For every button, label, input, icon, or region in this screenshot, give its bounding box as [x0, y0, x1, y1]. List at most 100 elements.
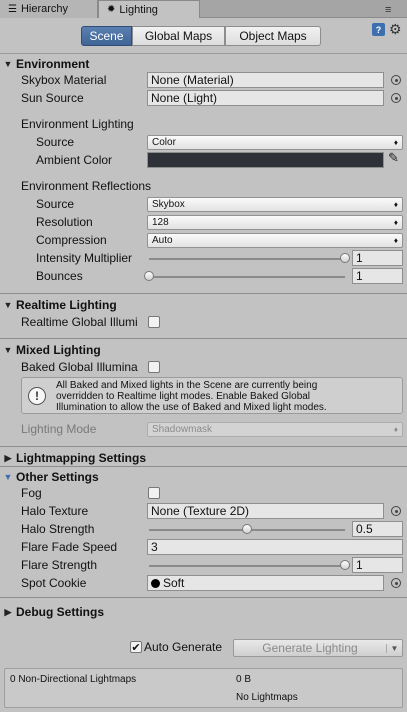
spot-cookie-value: Soft — [163, 576, 185, 590]
list-icon: ☰ — [8, 3, 17, 15]
mixed-lighting-header[interactable]: ▼ Mixed Lighting — [0, 341, 407, 359]
flare-strength-label: Flare Strength — [21, 558, 98, 572]
tab-lighting-label: Lighting — [119, 3, 158, 16]
realtime-lighting-header[interactable]: ▼ Realtime Lighting — [0, 296, 407, 314]
object-picker-icon[interactable] — [391, 578, 401, 588]
expanded-triangle-icon: ▼ — [3, 345, 13, 355]
halo-strength-input[interactable]: 0.5 — [352, 521, 403, 537]
realtime-lighting-title: Realtime Lighting — [16, 298, 117, 312]
sun-source-field[interactable]: None (Light) — [147, 90, 384, 106]
mixed-lighting-title: Mixed Lighting — [16, 343, 101, 357]
lighting-mode-dropdown[interactable]: Shadowmask ♦ — [147, 422, 403, 437]
flare-strength-slider-thumb[interactable] — [340, 560, 350, 570]
resolution-dropdown[interactable]: 128 ♦ — [147, 215, 403, 230]
dropdown-arrow-icon: ♦ — [393, 425, 398, 434]
bounces-slider-thumb[interactable] — [144, 271, 154, 281]
help-text-line-3: Illumination to allow the use of Baked a… — [56, 402, 327, 413]
skybox-label: Skybox Material — [21, 73, 107, 87]
light-bulb-icon: ✹ — [107, 4, 116, 15]
resolution-label: Resolution — [36, 215, 93, 229]
bounces-input[interactable]: 1 — [352, 268, 403, 284]
intensity-slider-track[interactable] — [149, 258, 345, 260]
auto-generate-label: Auto Generate — [144, 640, 223, 654]
fog-checkbox[interactable] — [148, 487, 160, 499]
dropdown-arrow-icon[interactable]: ▼ — [386, 643, 402, 653]
debug-settings-title: Debug Settings — [16, 605, 105, 619]
bounces-slider-track[interactable] — [149, 276, 345, 278]
resolution-value: 128 — [152, 217, 169, 228]
realtime-gi-label: Realtime Global Illumi — [21, 315, 138, 329]
sun-source-label: Sun Source — [21, 91, 84, 105]
object-picker-icon[interactable] — [391, 506, 401, 516]
dropdown-arrow-icon: ♦ — [393, 218, 398, 227]
lighting-mode-value: Shadowmask — [152, 424, 213, 435]
expanded-triangle-icon: ▼ — [3, 59, 13, 69]
window-menu-icon[interactable]: ≡ — [385, 4, 391, 16]
expanded-triangle-icon: ▼ — [3, 472, 13, 482]
section-divider — [0, 466, 407, 467]
help-icon[interactable]: ? — [372, 23, 385, 36]
intensity-input[interactable]: 1 — [352, 250, 403, 266]
intensity-slider-thumb[interactable] — [340, 253, 350, 263]
halo-strength-slider-thumb[interactable] — [242, 524, 252, 534]
object-picker-icon[interactable] — [391, 93, 401, 103]
flare-strength-input[interactable]: 1 — [352, 557, 403, 573]
generate-lighting-label: Generate Lighting — [262, 641, 358, 655]
auto-generate-checkbox[interactable]: ✔ — [130, 641, 142, 654]
global-maps-tab-button[interactable]: Global Maps — [132, 26, 225, 46]
eyedropper-icon[interactable]: ✎ — [388, 150, 399, 166]
reflection-source-dropdown[interactable]: Skybox ♦ — [147, 197, 403, 212]
baked-gi-label: Baked Global Illumina — [21, 360, 138, 374]
dropdown-arrow-icon: ♦ — [393, 200, 398, 209]
halo-texture-label: Halo Texture — [21, 504, 89, 518]
object-picker-icon[interactable] — [391, 75, 401, 85]
help-text-line-2: overridden to Realtime light modes. Enab… — [56, 391, 311, 402]
environment-title: Environment — [16, 57, 90, 71]
compression-label: Compression — [36, 233, 107, 247]
scene-tab-button[interactable]: Scene — [81, 26, 132, 46]
tab-hierarchy[interactable]: ☰ Hierarchy — [0, 0, 98, 18]
generate-lighting-button[interactable]: Generate Lighting ▼ — [233, 639, 403, 657]
lightmaps-count: 0 Non-Directional Lightmaps — [10, 674, 137, 685]
object-maps-tab-button[interactable]: Object Maps — [225, 26, 321, 46]
section-divider — [0, 597, 407, 598]
debug-settings-header[interactable]: ▶ Debug Settings — [0, 603, 407, 621]
spot-cookie-label: Spot Cookie — [21, 576, 87, 590]
section-divider — [0, 293, 407, 294]
flare-strength-slider-track[interactable] — [149, 565, 345, 567]
halo-texture-field[interactable]: None (Texture 2D) — [147, 503, 384, 519]
halo-strength-label: Halo Strength — [21, 522, 95, 536]
baked-gi-checkbox[interactable] — [148, 361, 160, 373]
lighting-mode-label: Lighting Mode — [21, 422, 97, 436]
tab-hierarchy-label: Hierarchy — [20, 3, 69, 15]
section-divider — [0, 338, 407, 339]
dropdown-arrow-icon: ♦ — [393, 236, 398, 245]
intensity-multiplier-label: Intensity Multiplier — [36, 251, 133, 265]
expanded-triangle-icon: ▼ — [3, 300, 13, 310]
collapsed-triangle-icon: ▶ — [4, 452, 12, 463]
other-settings-title: Other Settings — [16, 470, 99, 484]
source-value: Color — [152, 137, 176, 148]
compression-dropdown[interactable]: Auto ♦ — [147, 233, 403, 248]
gear-icon[interactable]: ⚙ — [389, 21, 402, 38]
skybox-field[interactable]: None (Material) — [147, 72, 384, 88]
environment-lighting-label: Environment Lighting — [21, 117, 134, 131]
lightmapping-settings-title: Lightmapping Settings — [16, 451, 146, 465]
info-icon: ! — [28, 387, 46, 405]
ambient-color-label: Ambient Color — [36, 153, 113, 167]
flare-fade-speed-input[interactable]: 3 — [147, 539, 403, 555]
tab-lighting[interactable]: ✹ Lighting — [98, 0, 200, 18]
ambient-color-swatch[interactable] — [147, 152, 384, 168]
bounces-label: Bounces — [36, 269, 83, 283]
collapsed-triangle-icon: ▶ — [4, 606, 12, 617]
flare-fade-speed-label: Flare Fade Speed — [21, 540, 118, 554]
spot-cookie-field[interactable]: Soft — [147, 575, 384, 591]
realtime-gi-checkbox[interactable] — [148, 316, 160, 328]
environment-reflections-label: Environment Reflections — [21, 179, 152, 193]
other-settings-header[interactable]: ▼ Other Settings — [0, 468, 407, 486]
reflection-source-value: Skybox — [152, 199, 185, 210]
source-label: Source — [36, 135, 75, 149]
lightmaps-size: 0 B — [236, 674, 252, 685]
source-dropdown[interactable]: Color ♦ — [147, 135, 403, 150]
lightmapping-settings-header[interactable]: ▶ Lightmapping Settings — [0, 449, 407, 467]
